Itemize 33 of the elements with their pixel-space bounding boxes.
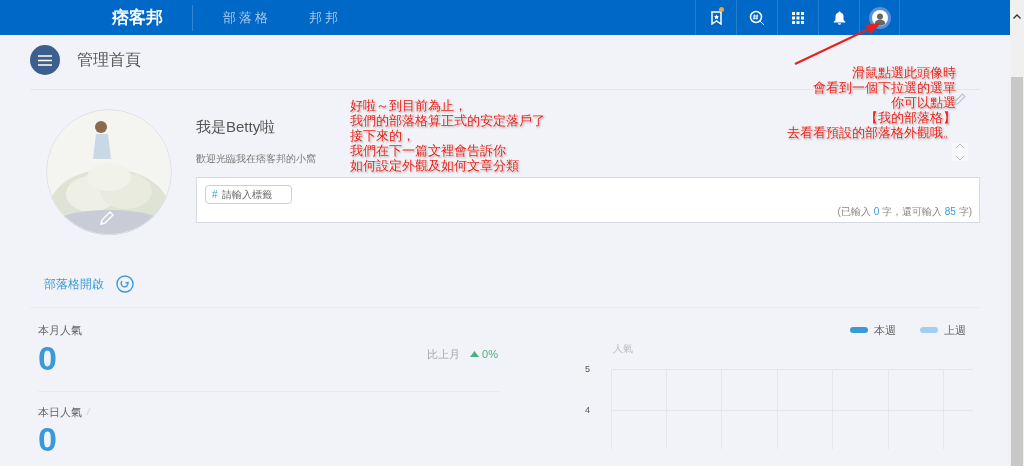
stat-value: 0 [38, 420, 58, 458]
nav-tab[interactable]: 邦邦 [309, 7, 341, 28]
grid-icon [792, 11, 804, 24]
legend-label[interactable]: 本週 [874, 322, 896, 339]
bookmark-star-icon [710, 10, 722, 25]
change-value: 0% [482, 347, 498, 362]
page-title: 管理首頁 [77, 50, 141, 70]
blog-open-link[interactable]: 部落格開啟 [44, 275, 104, 293]
menu-button[interactable] [30, 45, 60, 75]
tag-input-box[interactable]: # 請輸入標籤 (已輸入 0 字，還可輸入 85 字) [196, 176, 980, 223]
compare-label: 比上月 [427, 347, 461, 362]
menu-icon [38, 54, 52, 66]
up-triangle-icon [470, 351, 480, 358]
wrench-cycle-icon[interactable] [116, 275, 134, 293]
scrollbar[interactable] [1010, 0, 1024, 466]
annotation-text: 滑鼠點選此頭像時 會看到一個下拉選的選單 你可以點選 【我的部落格】 去看看預設的部落格外觀哦。 [787, 65, 956, 140]
legend-label[interactable]: 上週 [944, 322, 966, 339]
scroll-up-icon[interactable] [1013, 14, 1021, 19]
tick-label: 4 [585, 403, 590, 416]
tick-label: 5 [585, 362, 590, 375]
nav-tab[interactable]: 部落格 [223, 7, 271, 28]
hash-symbol: # [212, 187, 218, 202]
profile-description: 歡迎光臨我在痞客邦的小窩 [196, 151, 316, 166]
logo[interactable]: 痞客邦 [112, 4, 182, 31]
annotation-text: 好啦～到目前為止， 我們的部落格算正式的安定落戶了 接下來的， 我們在下一篇文裡會告訴你 如何設定外觀及如何文章分類 [350, 98, 545, 173]
stat-value: 0 [38, 338, 58, 377]
character-counter: (已輸入 0 字，還可輸入 85 字) [837, 204, 972, 219]
profile-name: 我是Betty啦 [196, 117, 276, 137]
hashtag-search-icon [749, 9, 765, 26]
stat-label: 本日人氣 [38, 404, 82, 420]
bell-icon [832, 10, 846, 25]
tag-input-field[interactable]: # 請輸入標籤 [205, 184, 292, 204]
stat-label: 本月人氣 [38, 323, 82, 338]
